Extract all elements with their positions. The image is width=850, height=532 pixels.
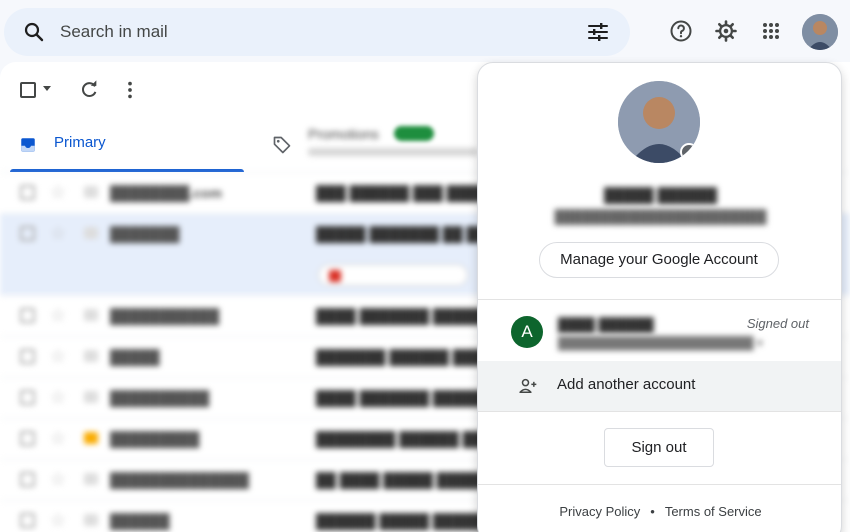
select-all-checkbox[interactable] bbox=[20, 82, 36, 98]
divider bbox=[478, 411, 841, 412]
tag-icon bbox=[273, 136, 291, 154]
promotions-badge bbox=[394, 126, 434, 141]
privacy-policy-link[interactable]: Privacy Policy bbox=[559, 504, 640, 519]
promotions-snippet bbox=[308, 148, 478, 156]
manage-account-button[interactable]: Manage your Google Account bbox=[539, 242, 779, 278]
footer-separator: • bbox=[650, 504, 655, 519]
camera-icon[interactable] bbox=[680, 143, 698, 161]
terms-of-service-link[interactable]: Terms of Service bbox=[665, 504, 762, 519]
profile-email: ███████████████████████ bbox=[554, 209, 767, 224]
tab-primary[interactable]: Primary bbox=[0, 120, 246, 172]
tune-icon[interactable] bbox=[586, 20, 610, 44]
help-icon[interactable] bbox=[669, 19, 693, 43]
search-input[interactable] bbox=[60, 16, 560, 48]
search-bar[interactable] bbox=[4, 8, 630, 56]
more-vert-icon[interactable] bbox=[119, 79, 141, 101]
mail-tabs: Primary Promotions bbox=[0, 120, 480, 172]
add-account-label: Add another account bbox=[557, 376, 696, 393]
top-bar bbox=[0, 0, 850, 62]
apps-icon[interactable] bbox=[759, 19, 783, 43]
person-add-icon bbox=[519, 378, 537, 393]
refresh-icon[interactable] bbox=[78, 79, 100, 101]
gear-icon[interactable] bbox=[714, 19, 738, 43]
other-account-name: ████ ██████ bbox=[558, 317, 654, 332]
account-menu: █████ ██████ ███████████████████████ Man… bbox=[477, 62, 842, 532]
search-icon[interactable] bbox=[22, 20, 46, 44]
divider bbox=[478, 484, 841, 485]
profile-name: █████ ██████ bbox=[604, 187, 717, 203]
other-account-email: ███████████████████████ ▾ bbox=[558, 336, 763, 350]
other-account-item[interactable]: A ████ ██████ ███████████████████████ ▾ … bbox=[478, 300, 841, 360]
other-account-avatar: A bbox=[511, 316, 543, 348]
profile-avatar[interactable] bbox=[618, 81, 700, 163]
footer-links: Privacy Policy • Terms of Service bbox=[478, 504, 841, 519]
tab-promotions[interactable]: Promotions bbox=[246, 120, 480, 172]
inbox-icon bbox=[21, 138, 35, 152]
account-avatar[interactable] bbox=[802, 14, 838, 50]
tab-promotions-label: Promotions bbox=[308, 126, 379, 142]
add-account-item[interactable]: Add another account bbox=[478, 361, 841, 411]
mail-toolbar bbox=[0, 62, 480, 114]
chevron-down-icon[interactable] bbox=[42, 85, 52, 93]
tab-primary-label: Primary bbox=[54, 134, 106, 151]
other-account-status: Signed out bbox=[746, 316, 809, 331]
sign-out-button[interactable]: Sign out bbox=[604, 428, 714, 467]
